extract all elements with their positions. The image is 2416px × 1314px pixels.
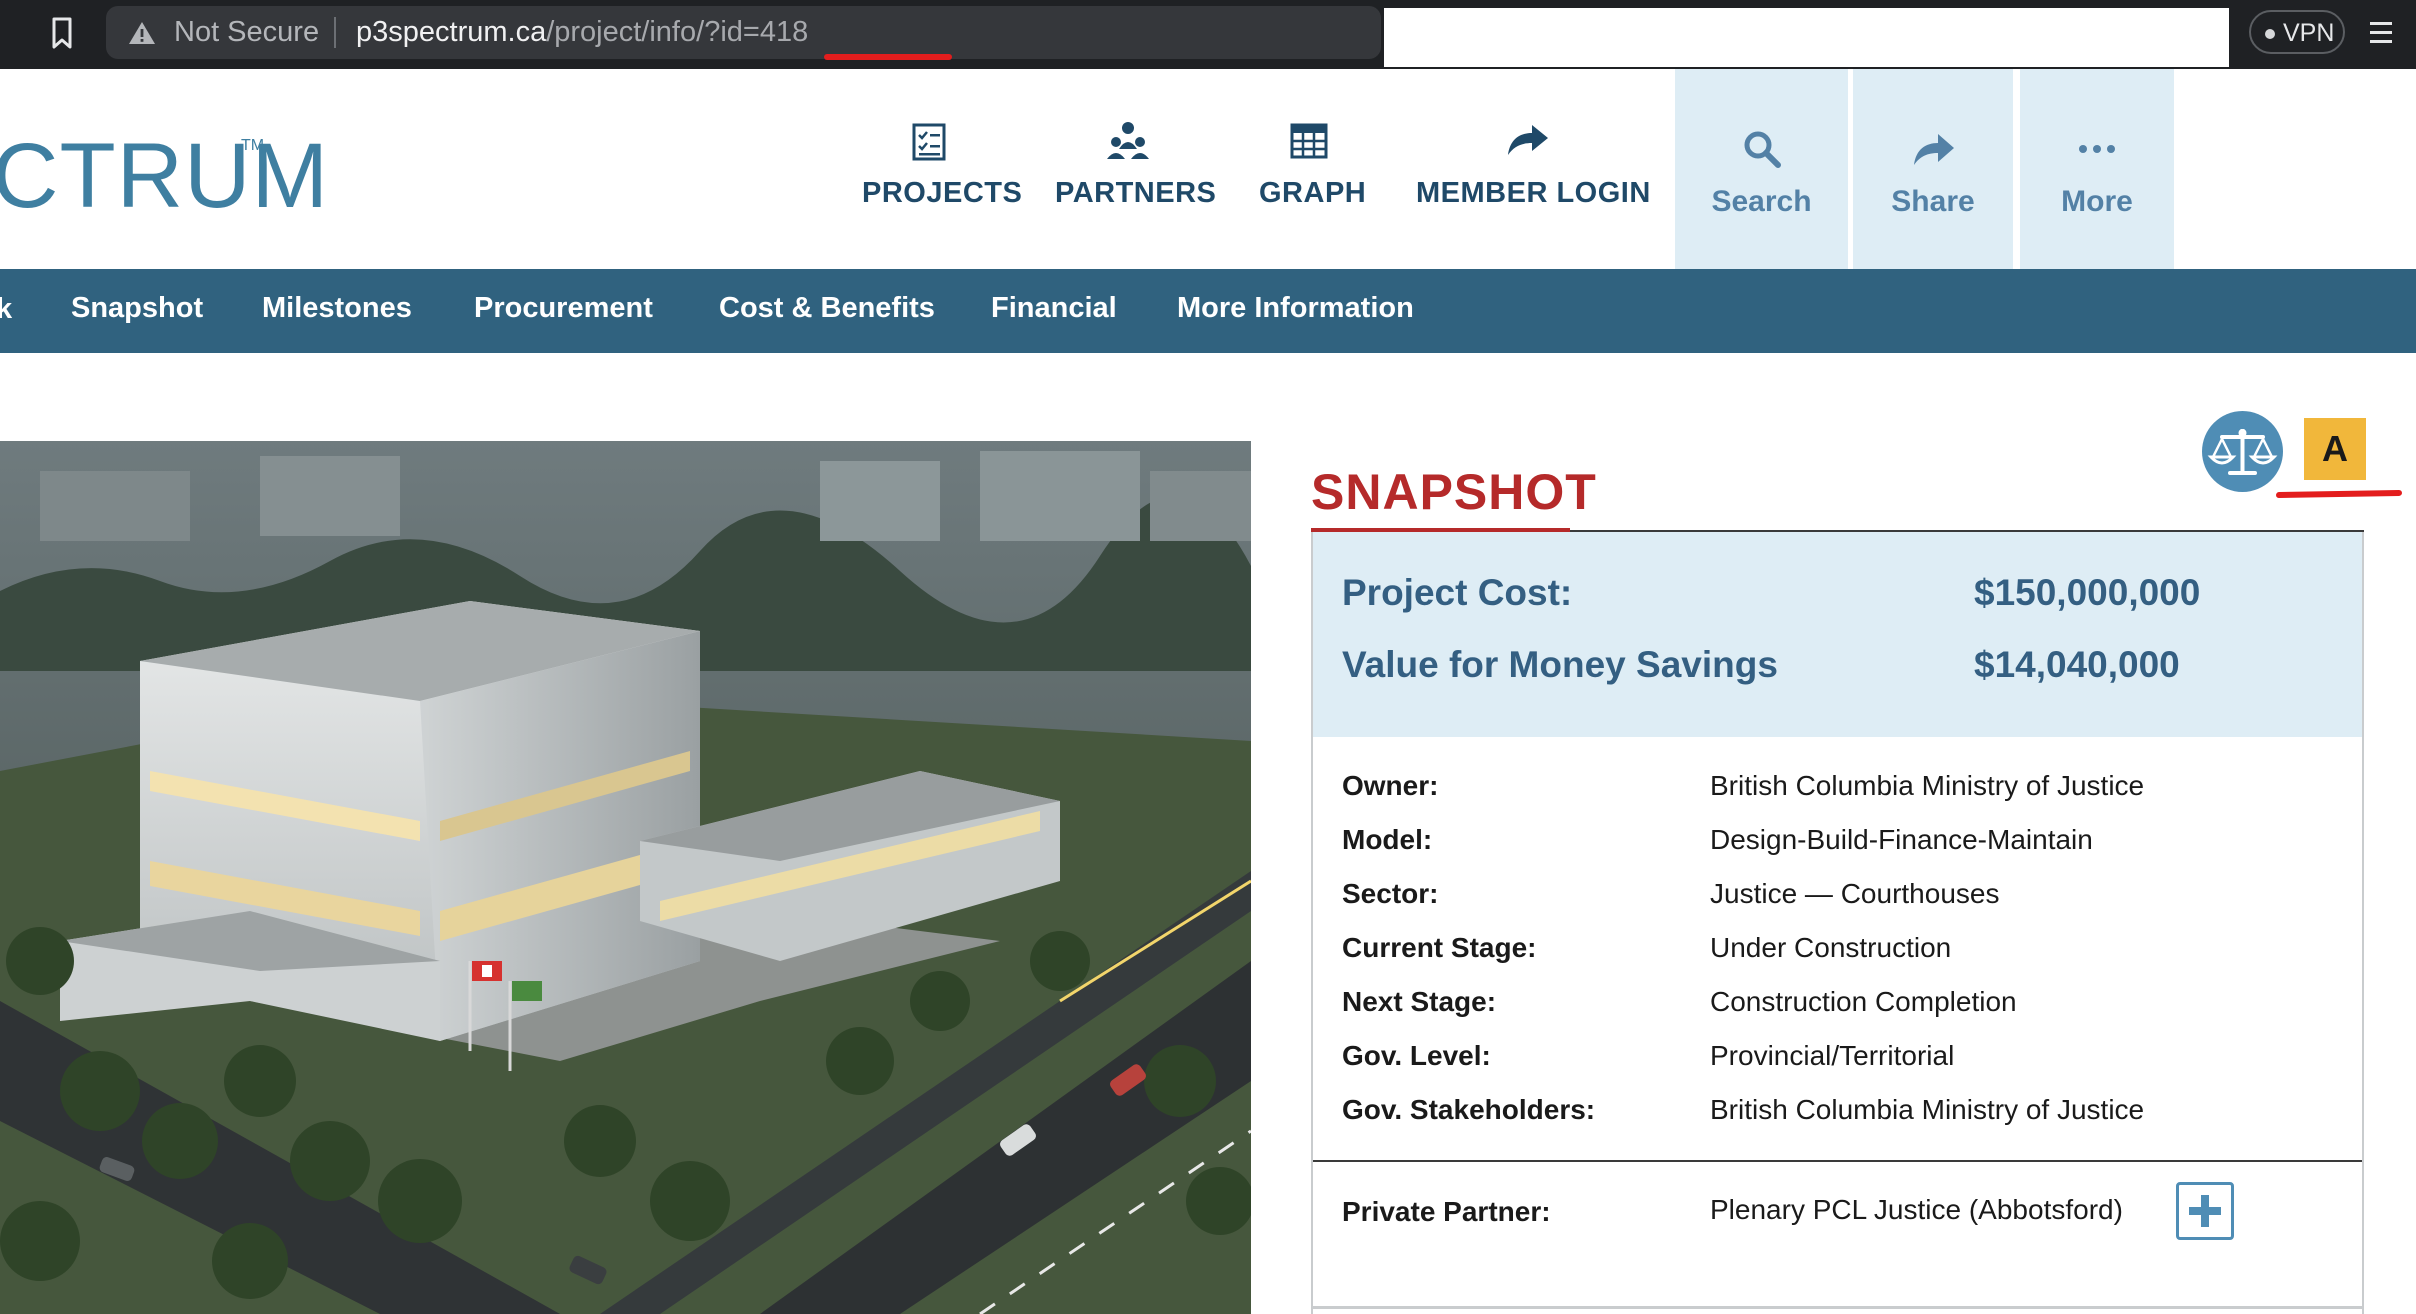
search-label: Search <box>1711 185 1812 218</box>
url-host: p3spectrum.ca <box>356 16 547 48</box>
owner-label: Owner: <box>1342 770 1439 801</box>
security-label[interactable]: Not Secure <box>174 15 319 49</box>
scale-badge[interactable] <box>2202 411 2283 492</box>
section-link-procurement[interactable]: Procurement <box>474 292 653 325</box>
snapshot-divider <box>1313 1160 2362 1162</box>
share-label: Share <box>1891 185 1975 218</box>
gov-level-value: Provincial/Territorial <box>1710 1040 1955 1071</box>
nav-projects-label: PROJECTS <box>862 177 1023 209</box>
nav-graph-label: GRAPH <box>1259 177 1367 209</box>
url-annotation-underline <box>824 54 952 60</box>
section-link-cost-benefits[interactable]: Cost & Benefits <box>719 292 935 325</box>
balance-scale-icon <box>2207 429 2278 475</box>
owner-value: British Columbia Ministry of Justice <box>1710 770 2145 801</box>
search-button[interactable]: Search <box>1675 69 1848 269</box>
browser-toolbar: Not Secure p3spectrum.ca/project/info/?i… <box>0 0 2416 69</box>
section-link-snapshot[interactable]: Snapshot <box>71 292 203 325</box>
private-partner-label: Private Partner: <box>1342 1196 1551 1227</box>
nav-member-login-label: MEMBER LOGIN <box>1416 177 1651 209</box>
share-button[interactable]: Share <box>1853 69 2013 269</box>
snapshot-title: SNAPSHOT <box>1311 464 1597 520</box>
courthouse-rendering <box>0 441 1251 1314</box>
next-stage-label: Next Stage: <box>1342 986 1497 1017</box>
grade-badge[interactable]: A <box>2304 418 2366 480</box>
grid-table-icon <box>1290 123 1328 159</box>
more-button[interactable]: More <box>2020 69 2174 269</box>
url-path: /project/info/ <box>546 16 705 48</box>
model-value: Design-Build-Finance-Maintain <box>1710 824 2093 855</box>
vpn-status-dot <box>2265 29 2275 39</box>
grade-annotation-underline <box>2275 489 2403 499</box>
nav-partners[interactable]: PARTNERS <box>1055 119 1217 210</box>
snapshot-panel: Project Cost: $150,000,000 Value for Mon… <box>1311 532 2364 1314</box>
site-logo[interactable]: CTRUM <box>0 126 329 226</box>
search-icon <box>1744 131 1781 168</box>
url-text[interactable]: p3spectrum.ca/project/info/?id=418 <box>356 15 808 49</box>
vpn-button[interactable]: VPN <box>2249 10 2345 54</box>
share-arrow-icon <box>1914 134 1954 165</box>
logo-trademark: TM <box>241 137 265 154</box>
redaction-box <box>1384 8 2229 67</box>
ellipsis-icon <box>2079 145 2115 153</box>
projects-list-icon <box>912 123 946 161</box>
vfm-savings-label: Value for Money Savings <box>1342 644 1778 685</box>
gov-stakeholders-label: Gov. Stakeholders: <box>1342 1094 1596 1125</box>
expand-partner-button[interactable] <box>2176 1182 2234 1240</box>
site-header: CTRUM TM PROJECTS PARTNERS GRAPH MEMBER … <box>0 69 2416 269</box>
private-partner-value[interactable]: Plenary PCL Justice (Abbotsford) <box>1710 1194 2123 1226</box>
sector-value: Justice — Courthouses <box>1710 878 2000 909</box>
vfm-savings-value: $14,040,000 <box>1974 644 2180 685</box>
partners-people-icon <box>1107 122 1149 159</box>
section-link-more-information[interactable]: More Information <box>1177 292 1414 325</box>
address-bar[interactable]: Not Secure p3spectrum.ca/project/info/?i… <box>106 6 1381 60</box>
snapshot-summary: Project Cost: $150,000,000 Value for Mon… <box>1313 532 2362 737</box>
section-nav-fragment[interactable]: k <box>0 293 12 326</box>
next-stage-value: Construction Completion <box>1710 986 2017 1017</box>
warning-icon <box>129 22 155 44</box>
bookmark-icon[interactable] <box>46 15 78 51</box>
project-cost-label: Project Cost: <box>1342 572 1573 613</box>
project-cost-value: $150,000,000 <box>1974 572 2201 613</box>
more-label: More <box>2061 185 2133 218</box>
project-rendering-image <box>0 441 1251 1314</box>
nav-projects[interactable]: PROJECTS <box>862 119 1023 210</box>
section-link-milestones[interactable]: Milestones <box>262 292 412 325</box>
nav-member-login[interactable]: MEMBER LOGIN <box>1416 119 1651 210</box>
model-label: Model: <box>1342 824 1433 855</box>
section-nav: k Snapshot Milestones Procurement Cost &… <box>0 269 2416 353</box>
nav-partners-label: PARTNERS <box>1055 177 1217 209</box>
share-arrow-icon <box>1508 125 1548 155</box>
menu-icon[interactable] <box>2368 16 2394 50</box>
current-stage-value: Under Construction <box>1710 932 1952 963</box>
sector-label: Sector: <box>1342 878 1439 909</box>
gov-stakeholders-value: British Columbia Ministry of Justice <box>1710 1094 2145 1125</box>
section-link-financial[interactable]: Financial <box>991 292 1117 325</box>
snapshot-bottom-border <box>1313 1306 2362 1309</box>
current-stage-label: Current Stage: <box>1342 932 1537 963</box>
url-query: ?id=418 <box>704 16 809 48</box>
vpn-label: VPN <box>2283 19 2335 47</box>
url-separator <box>334 17 336 48</box>
nav-graph[interactable]: GRAPH <box>1259 119 1367 210</box>
gov-level-label: Gov. Level: <box>1342 1040 1491 1071</box>
